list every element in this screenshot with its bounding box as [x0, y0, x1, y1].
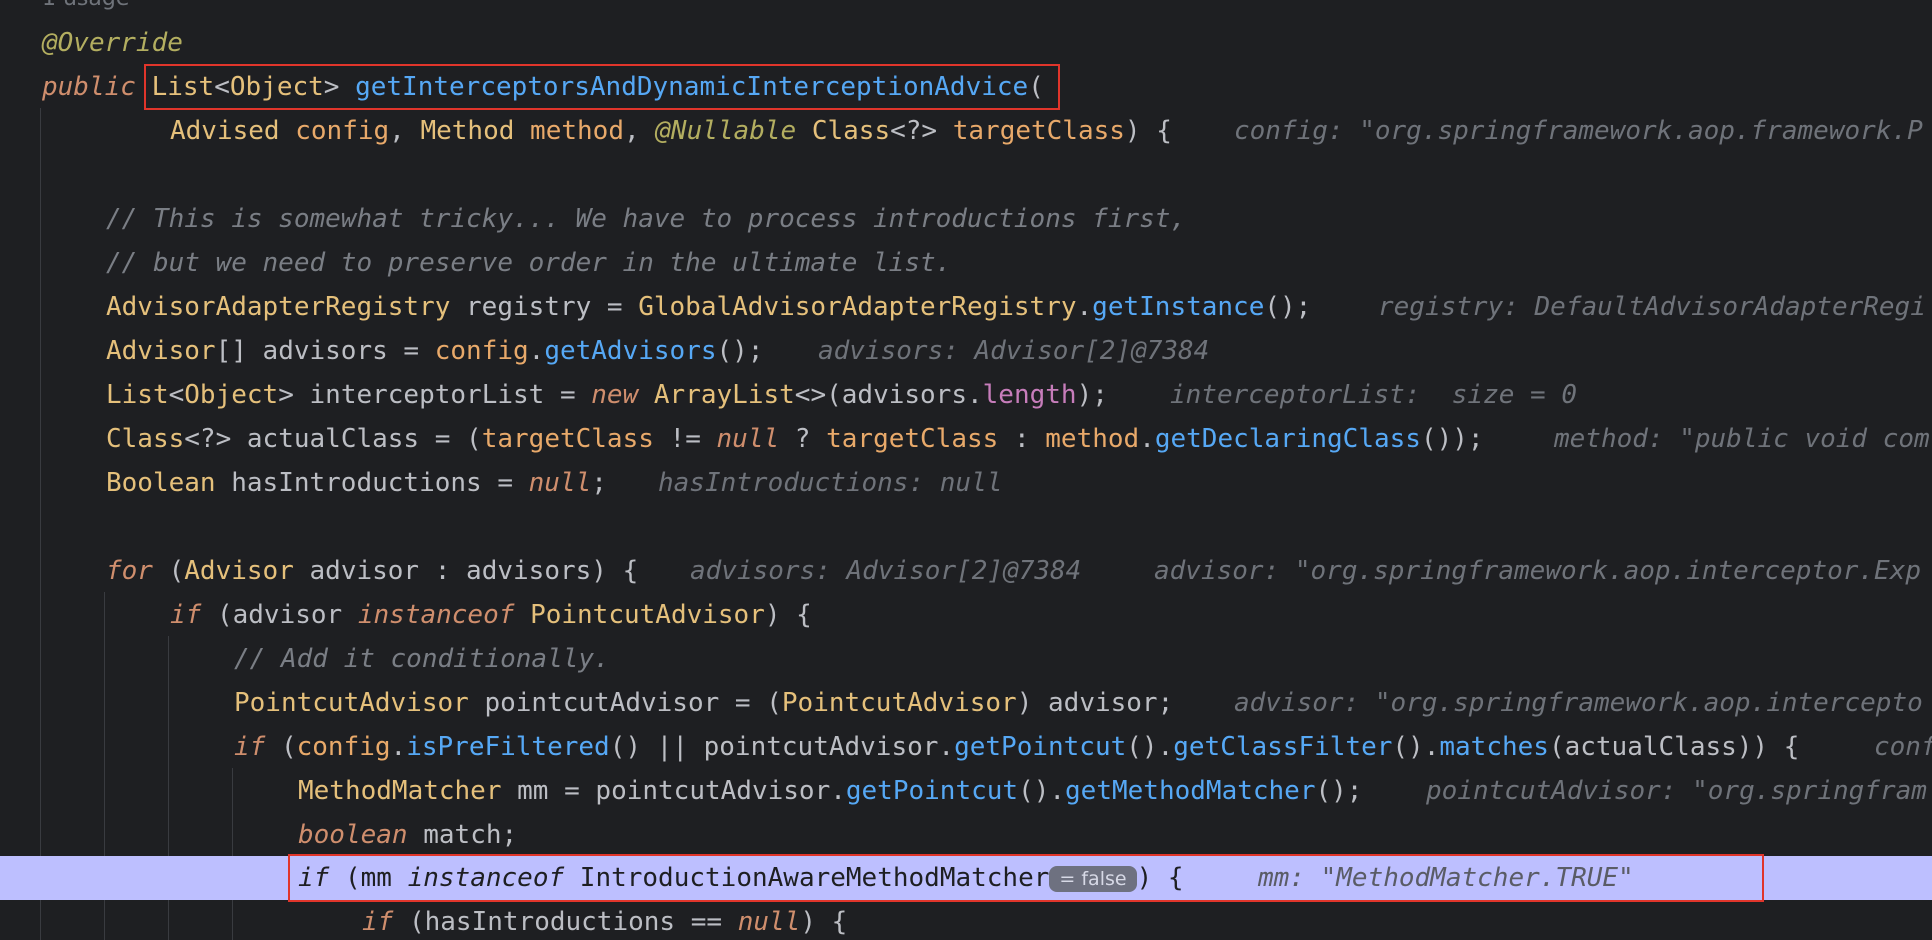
inline-debug-value: registry: DefaultAdvisorAdapterRegi — [1378, 292, 1926, 322]
code-line[interactable]: Class<?> actualClass = (targetClass != n… — [0, 417, 1932, 461]
inline-debug-value: advisor: "org.springframework.aop.interc… — [1154, 556, 1922, 586]
usage-hint[interactable]: 1 usage — [42, 0, 129, 11]
code-line[interactable]: Advised config, Method method, @Nullable… — [0, 109, 1932, 153]
comment: // This is somewhat tricky... We have to… — [106, 204, 1187, 234]
code-line[interactable]: boolean match; — [0, 813, 1932, 857]
inline-debug-value: conf — [1874, 732, 1932, 762]
code-line[interactable]: if (advisor instanceof PointcutAdvisor) … — [0, 593, 1932, 637]
method-params: Advised config, Method method, @Nullable… — [170, 116, 1172, 146]
statement: MethodMatcher mm = pointcutAdvisor.getPo… — [298, 776, 1363, 806]
code-line[interactable]: if (hasIntroductions == null) { — [0, 900, 1932, 940]
code-line[interactable]: @Override — [0, 21, 1932, 65]
statement: AdvisorAdapterRegistry registry = Global… — [106, 292, 1312, 322]
highlight-box-signature — [144, 64, 1060, 110]
code-line[interactable]: if (config.isPreFiltered() || pointcutAd… — [0, 725, 1932, 769]
statement: Advisor[] advisors = config.getAdvisors(… — [106, 336, 764, 366]
if-statement: if (hasIntroductions == null) { — [362, 907, 848, 937]
for-statement: for (Advisor advisor : advisors) { — [106, 556, 639, 586]
inline-debug-value: method: "public void com — [1554, 424, 1930, 454]
if-statement: if (advisor instanceof PointcutAdvisor) … — [170, 600, 812, 630]
code-line[interactable]: for (Advisor advisor : advisors) { advis… — [0, 549, 1932, 593]
code-line[interactable]: MethodMatcher mm = pointcutAdvisor.getPo… — [0, 769, 1932, 813]
code-line[interactable]: AdvisorAdapterRegistry registry = Global… — [0, 285, 1932, 329]
code-line[interactable]: List<Object> interceptorList = new Array… — [0, 373, 1932, 417]
statement: Boolean hasIntroductions = null; — [106, 468, 607, 498]
override-annotation: @Override — [42, 28, 183, 58]
code-editor[interactable]: 1 usage @Override public List<Object> ge… — [0, 0, 1932, 940]
if-statement: if (config.isPreFiltered() || pointcutAd… — [234, 732, 1800, 762]
code-line[interactable]: // Add it conditionally. — [0, 637, 1932, 681]
highlight-box-execution — [288, 854, 1764, 902]
comment: // but we need to preserve order in the … — [106, 248, 952, 278]
inline-debug-value: config: "org.springframework.aop.framewo… — [1234, 116, 1923, 146]
inline-debug-value: pointcutAdvisor: "org.springfram — [1426, 776, 1927, 806]
inline-debug-value: advisors: Advisor[2]@7384 — [690, 556, 1082, 586]
code-line[interactable]: // This is somewhat tricky... We have to… — [0, 197, 1932, 241]
statement: Class<?> actualClass = (targetClass != n… — [106, 424, 1484, 454]
inline-debug-value: hasIntroductions: null — [658, 468, 1003, 498]
statement: PointcutAdvisor pointcutAdvisor = (Point… — [234, 688, 1174, 718]
code-line[interactable]: // but we need to preserve order in the … — [0, 241, 1932, 285]
comment: // Add it conditionally. — [234, 644, 610, 674]
code-line[interactable]: PointcutAdvisor pointcutAdvisor = (Point… — [0, 681, 1932, 725]
code-line[interactable]: Boolean hasIntroductions = null; hasIntr… — [0, 461, 1932, 505]
inline-debug-value: advisor: "org.springframework.aop.interc… — [1234, 688, 1923, 718]
inline-debug-value: interceptorList: size = 0 — [1170, 380, 1577, 410]
statement: List<Object> interceptorList = new Array… — [106, 380, 1108, 410]
code-line[interactable]: Advisor[] advisors = config.getAdvisors(… — [0, 329, 1932, 373]
inline-debug-value: advisors: Advisor[2]@7384 — [818, 336, 1210, 366]
statement: boolean match; — [298, 820, 518, 850]
